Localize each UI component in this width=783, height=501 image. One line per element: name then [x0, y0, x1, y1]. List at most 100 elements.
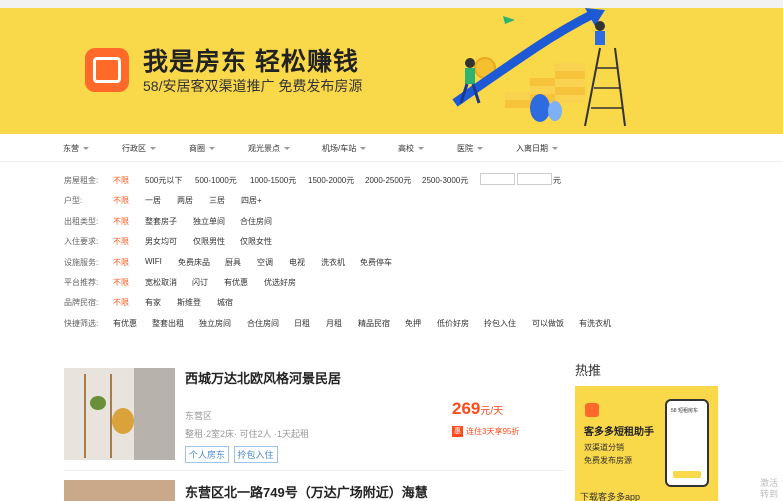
rent-type-label: 出租类型: [64, 216, 99, 226]
filter-dropdown[interactable]: 行政区 [122, 143, 156, 154]
facilities-label: 设施服务: [64, 257, 99, 267]
filter-dropdown[interactable]: 医院 [457, 143, 483, 154]
brand-option[interactable]: 有家 [145, 297, 161, 308]
quick-option[interactable]: 低价好房 [437, 318, 469, 329]
promo-card-sub: 双渠道分销 [584, 443, 624, 452]
filter-dropdown-label: 入离日期 [516, 144, 548, 153]
filter-dropdown[interactable]: 东营 [63, 143, 89, 154]
check-in-option[interactable]: 仅限男性 [193, 236, 225, 247]
listing-divider [64, 470, 564, 471]
check-in-option[interactable]: 仅限女性 [240, 236, 272, 247]
platform-row: 平台推荐: 不限 宽松取消 闪订 有优惠 优选好房 [64, 272, 744, 292]
activation-watermark: 激活 转到 [760, 478, 779, 499]
chevron-down-icon [150, 147, 156, 151]
filter-dropdown[interactable]: 高校 [398, 143, 424, 154]
rent-min-input[interactable] [480, 173, 515, 185]
price-unit: 元/天 [480, 406, 504, 417]
listing-photo[interactable] [64, 480, 175, 501]
rent-row: 房屋租金: 不限 500元以下 500-1000元 1000-1500元 150… [64, 170, 744, 190]
layout-label: 户型: [64, 196, 83, 206]
listing-title[interactable]: 东营区北一路749号（万达广场附近）海慧 [185, 482, 428, 501]
listing-area: 东营区 [185, 411, 213, 421]
brand-option[interactable]: 不限 [113, 297, 129, 308]
facilities-option[interactable]: 空调 [257, 257, 273, 268]
rent-max-input[interactable] [517, 173, 552, 185]
rent-option[interactable]: 1000-1500元 [250, 175, 296, 186]
filter-dropdown[interactable]: 机场/车站 [322, 143, 367, 154]
layout-option[interactable]: 一居 [145, 195, 161, 206]
quick-option[interactable]: 免押 [405, 318, 421, 329]
platform-option[interactable]: 宽松取消 [145, 277, 177, 288]
chevron-down-icon [418, 147, 424, 151]
quick-label: 快捷筛选: [64, 318, 99, 328]
landlord-banner[interactable]: 我是房东 轻松赚钱 58/安居客双渠道推广 免费发布房源 [0, 8, 783, 134]
platform-option[interactable]: 不限 [113, 277, 129, 288]
rent-option[interactable]: 2000-2500元 [365, 175, 411, 186]
filter-dropdown-label: 观光景点 [248, 144, 280, 153]
check-in-option[interactable]: 不限 [113, 236, 129, 247]
rent-option[interactable]: 1500-2000元 [308, 175, 354, 186]
facilities-option[interactable]: WIFI [145, 257, 162, 266]
quick-option[interactable]: 日租 [294, 318, 310, 329]
rent-option[interactable]: 500元以下 [145, 175, 182, 186]
check-in-row: 入住要求: 不限 男女均可 仅限男性 仅限女性 [64, 231, 744, 251]
phone-label: 58 短租房东 [671, 408, 698, 414]
layout-option[interactable]: 四居+ [241, 195, 262, 206]
quick-option[interactable]: 有优惠 [113, 318, 137, 329]
facilities-option[interactable]: 电视 [289, 257, 305, 268]
house-logo-icon [585, 403, 599, 417]
layout-option[interactable]: 不限 [113, 195, 129, 206]
rent-type-row: 出租类型: 不限 整套房子 独立单间 合住房间 [64, 211, 744, 231]
rent-type-option[interactable]: 整套房子 [145, 216, 177, 227]
rent-type-option[interactable]: 不限 [113, 216, 129, 227]
quick-option[interactable]: 独立房间 [199, 318, 231, 329]
banner-subline: 58/安居客双渠道推广 免费发布房源 [143, 78, 363, 94]
banner-headline: 我是房东 轻松赚钱 [143, 48, 359, 76]
quick-option[interactable]: 拎包入住 [484, 318, 516, 329]
promo-card-title: 客多多短租助手 [584, 427, 654, 438]
filter-dropdown-label: 高校 [398, 144, 414, 153]
filter-dropdown[interactable]: 入离日期 [516, 143, 558, 154]
chevron-down-icon [477, 147, 483, 151]
rent-option[interactable]: 500-1000元 [195, 175, 237, 186]
layout-row: 户型: 不限 一居 两居 三居 四居+ [64, 190, 744, 210]
listing-tag: 个人房东 [185, 446, 230, 463]
filter-dropdown[interactable]: 商圈 [189, 143, 215, 154]
filter-dropdown-label: 机场/车站 [322, 144, 357, 153]
quick-option[interactable]: 月租 [326, 318, 342, 329]
platform-label: 平台推荐: [64, 277, 99, 287]
brand-option[interactable]: 城宿 [217, 297, 233, 308]
quick-option[interactable]: 整套出租 [152, 318, 184, 329]
app-promo-card[interactable]: 客多多短租助手 双渠道分销 免费发布房源 58 短租房东 下载客多多app [575, 386, 718, 501]
rent-option[interactable]: 2500-3000元 [422, 175, 468, 186]
facilities-option[interactable]: 厨具 [225, 257, 241, 268]
listing-meta: 整租·2室2床· 可住2人 ·1天起租 [185, 429, 310, 439]
listing-title[interactable]: 西城万达北欧风格河景民居 [185, 368, 341, 387]
facilities-option[interactable]: 免费床品 [178, 257, 210, 268]
house-logo-icon [85, 48, 129, 92]
facilities-option[interactable]: 不限 [113, 257, 129, 268]
layout-option[interactable]: 三居 [209, 195, 225, 206]
quick-option[interactable]: 精品民宿 [358, 318, 390, 329]
listing-tag: 拎包入住 [233, 446, 278, 463]
rent-option[interactable]: 不限 [113, 175, 129, 186]
growth-chart-illustration [452, 8, 626, 127]
facilities-option[interactable]: 洗衣机 [321, 257, 345, 268]
chevron-down-icon [83, 147, 89, 151]
rent-type-option[interactable]: 独立单间 [193, 216, 225, 227]
quick-option[interactable]: 可以做饭 [532, 318, 564, 329]
phone-mockup-icon: 58 短租房东 [665, 399, 709, 487]
listing-photo[interactable] [64, 368, 175, 460]
platform-option[interactable]: 优选好房 [264, 277, 296, 288]
layout-option[interactable]: 两居 [177, 195, 193, 206]
download-app-link[interactable]: 下载客多多app [580, 490, 640, 501]
platform-option[interactable]: 闪订 [192, 277, 208, 288]
brand-option[interactable]: 斯维登 [177, 297, 201, 308]
check-in-option[interactable]: 男女均可 [145, 236, 177, 247]
facilities-option[interactable]: 免费停车 [360, 257, 392, 268]
quick-option[interactable]: 合住房间 [247, 318, 279, 329]
quick-option[interactable]: 有洗衣机 [579, 318, 611, 329]
platform-option[interactable]: 有优惠 [224, 277, 248, 288]
filter-dropdown[interactable]: 观光景点 [248, 143, 290, 154]
rent-type-option[interactable]: 合住房间 [240, 216, 272, 227]
